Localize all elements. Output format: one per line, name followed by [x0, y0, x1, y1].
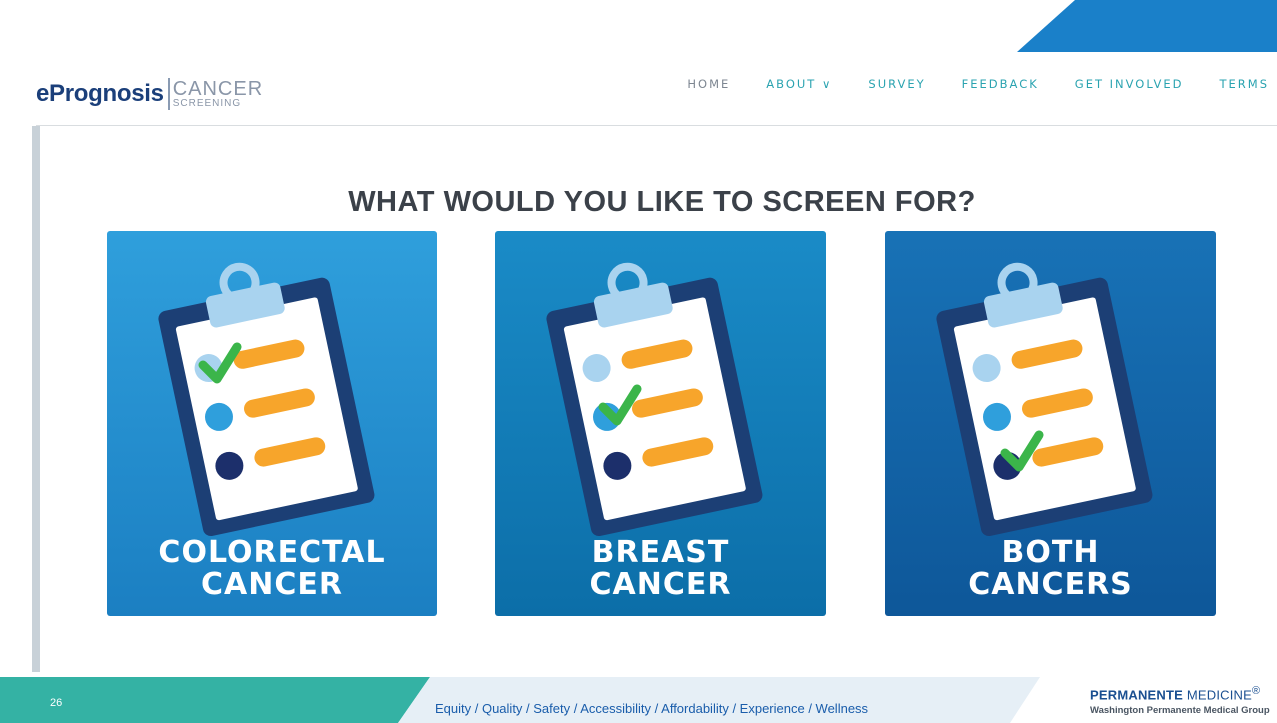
nav-about[interactable]: ABOUT ∨: [766, 77, 832, 91]
card-title-line-2: CANCERS: [968, 567, 1133, 602]
brand-registered-mark: ®: [1252, 685, 1261, 697]
slide-number: 26: [50, 697, 63, 709]
brand-light: MEDICINE: [1186, 687, 1252, 703]
brand-wordmark: PERMANENTE MEDICINE®: [1090, 685, 1270, 702]
colorectal-cancer-card[interactable]: COLORECTAL CANCER: [107, 231, 437, 616]
nav-feedback[interactable]: FEEDBACK: [962, 77, 1039, 91]
site-header: ePrognosis CANCER SCREENING HOME ABOUT ∨…: [36, 60, 1277, 126]
main-nav: HOME ABOUT ∨ SURVEY FEEDBACK GET INVOLVE…: [687, 77, 1269, 91]
card-title-line-1: BREAST: [591, 535, 730, 570]
slide-footer: 26 Equity / Quality / Safety / Accessibi…: [0, 677, 1277, 723]
nav-terms[interactable]: TERMS: [1219, 77, 1269, 91]
logo-subtitle-bottom: SCREENING: [172, 98, 242, 109]
brand-group: Washington Permanente Medical Group: [1090, 705, 1270, 717]
logo-wordmark: ePrognosis: [36, 80, 164, 107]
permanente-medicine-logo: PERMANENTE MEDICINE® Washington Permanen…: [1090, 685, 1270, 716]
slide: ePrognosis CANCER SCREENING HOME ABOUT ∨…: [0, 0, 1277, 723]
logo-subtitle: CANCER SCREENING: [173, 79, 263, 109]
nav-get-involved[interactable]: GET INVOLVED: [1075, 77, 1184, 91]
nav-survey[interactable]: SURVEY: [868, 77, 925, 91]
eprognosis-logo[interactable]: ePrognosis CANCER SCREENING: [36, 75, 263, 113]
nav-home[interactable]: HOME: [687, 77, 730, 91]
footer-tagline: Equity / Quality / Safety / Accessibilit…: [435, 701, 869, 716]
card-title-line-1: COLORECTAL: [158, 535, 386, 570]
both-cancers-card[interactable]: BOTH CANCERS: [885, 231, 1216, 616]
both-cancers-label: BOTH CANCERS: [885, 537, 1216, 601]
breast-cancer-label: BREAST CANCER: [495, 537, 826, 601]
card-title-line-2: CANCER: [589, 567, 732, 602]
corner-accent-shape: [1017, 0, 1277, 52]
page-headline: WHAT WOULD YOU LIKE TO SCREEN FOR?: [348, 186, 976, 218]
colorectal-cancer-label: COLORECTAL CANCER: [107, 537, 437, 601]
logo-subtitle-top: CANCER: [172, 78, 264, 100]
card-title-line-1: BOTH: [1001, 535, 1100, 570]
card-title-line-2: CANCER: [201, 567, 343, 602]
brand-bold: PERMANENTE: [1090, 687, 1184, 703]
footer-band: [0, 677, 1277, 723]
logo-divider: [167, 78, 170, 110]
breast-cancer-card[interactable]: BREAST CANCER: [495, 231, 826, 616]
